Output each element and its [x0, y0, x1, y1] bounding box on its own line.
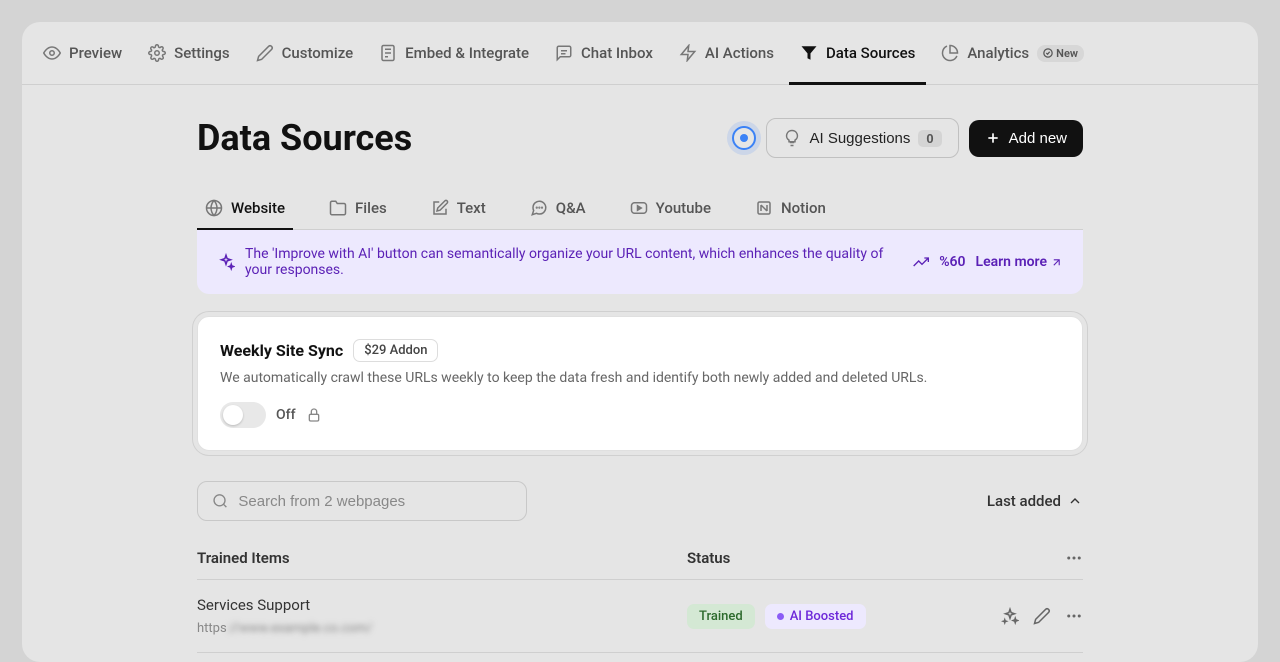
row-more-icon[interactable]	[1065, 607, 1083, 625]
lock-icon	[306, 407, 322, 423]
search-input[interactable]	[238, 493, 512, 510]
top-nav: Preview Settings Customize Embed & Integ…	[22, 22, 1258, 85]
search-box[interactable]	[197, 481, 527, 521]
notion-icon	[755, 199, 773, 217]
addon-desc: We automatically crawl these URLs weekly…	[220, 370, 1060, 386]
nav-chat-label: Chat Inbox	[581, 44, 653, 62]
tab-files-label: Files	[355, 199, 387, 217]
eye-icon	[43, 44, 61, 62]
nav-chat[interactable]: Chat Inbox	[544, 22, 664, 85]
tab-qa-label: Q&A	[556, 199, 586, 217]
trend-up-icon	[913, 254, 929, 270]
lightbulb-icon	[783, 129, 801, 147]
globe-icon	[205, 199, 223, 217]
sources-table: Trained Items Status Services Support ht…	[197, 541, 1083, 653]
nav-ai-actions[interactable]: AI Actions	[668, 22, 785, 85]
learn-more-link[interactable]: Learn more	[976, 254, 1063, 270]
new-badge: New	[1037, 45, 1084, 62]
tab-files[interactable]: Files	[321, 187, 395, 229]
nav-embed[interactable]: Embed & Integrate	[368, 22, 540, 85]
lightning-icon	[679, 44, 697, 62]
addon-price-badge: $29 Addon	[353, 339, 438, 362]
sparkle-icon	[217, 253, 235, 271]
nav-settings[interactable]: Settings	[137, 22, 241, 85]
nav-data-sources-label: Data Sources	[826, 44, 915, 62]
item-url-prefix: https	[197, 621, 227, 636]
nav-analytics[interactable]: Analytics New	[930, 22, 1095, 85]
banner-pct: %60	[939, 254, 965, 270]
text-icon	[431, 199, 449, 217]
message-icon	[530, 199, 548, 217]
ai-suggestions-label: AI Suggestions	[809, 130, 910, 147]
add-new-label: Add new	[1009, 130, 1067, 147]
tab-website-label: Website	[231, 199, 285, 217]
nav-preview[interactable]: Preview	[32, 22, 133, 85]
folder-icon	[329, 199, 347, 217]
edit-icon[interactable]	[1033, 607, 1051, 625]
tab-notion[interactable]: Notion	[747, 187, 834, 229]
nav-data-sources[interactable]: Data Sources	[789, 22, 926, 85]
nav-preview-label: Preview	[69, 44, 122, 62]
add-new-button[interactable]: Add new	[969, 120, 1083, 157]
chevron-up-icon	[1067, 493, 1083, 509]
nav-ai-actions-label: AI Actions	[705, 44, 774, 62]
source-tabs: Website Files Text Q&A Youtube Notion	[197, 187, 1083, 230]
col-header-items: Trained Items	[197, 549, 687, 571]
sparkle-action-icon[interactable]	[1001, 607, 1019, 625]
youtube-icon	[630, 199, 648, 217]
nav-analytics-label: Analytics	[967, 44, 1029, 62]
tab-youtube[interactable]: Youtube	[622, 187, 719, 229]
tab-youtube-label: Youtube	[656, 199, 711, 217]
addon-toggle[interactable]	[220, 402, 266, 428]
addon-toggle-label: Off	[276, 407, 296, 423]
nav-settings-label: Settings	[174, 44, 230, 62]
sort-label: Last added	[987, 492, 1061, 510]
page-title: Data Sources	[197, 117, 412, 159]
ai-improve-banner: The 'Improve with AI' button can semanti…	[197, 230, 1083, 294]
tab-website[interactable]: Website	[197, 187, 293, 229]
tab-text-label: Text	[457, 199, 486, 217]
chat-icon	[555, 44, 573, 62]
item-title: Services Support	[197, 596, 687, 614]
status-trained-badge: Trained	[687, 604, 755, 629]
arrow-up-right-icon	[1050, 256, 1063, 269]
ai-suggestions-count: 0	[918, 130, 941, 147]
nav-embed-label: Embed & Integrate	[405, 44, 529, 62]
col-header-status: Status	[687, 549, 983, 571]
pencil-icon	[256, 44, 274, 62]
dot-icon	[777, 613, 784, 620]
addon-title: Weekly Site Sync	[220, 341, 343, 360]
plus-icon	[985, 130, 1001, 146]
search-icon	[212, 492, 228, 510]
tab-notion-label: Notion	[781, 199, 826, 217]
document-icon	[379, 44, 397, 62]
status-boosted-badge: AI Boosted	[765, 604, 866, 629]
tab-text[interactable]: Text	[423, 187, 494, 229]
gear-icon	[148, 44, 166, 62]
tab-qa[interactable]: Q&A	[522, 187, 594, 229]
radio-indicator[interactable]	[732, 126, 756, 150]
nav-customize-label: Customize	[282, 44, 354, 62]
banner-text: The 'Improve with AI' button can semanti…	[245, 246, 903, 278]
table-row: Services Support https://www.example.co.…	[197, 580, 1083, 653]
weekly-sync-card: Weekly Site Sync $29 Addon We automatica…	[197, 316, 1083, 451]
pie-chart-icon	[941, 44, 959, 62]
sort-dropdown[interactable]: Last added	[987, 492, 1083, 510]
item-url: ://www.example.co.com/	[227, 621, 373, 636]
more-icon[interactable]	[1065, 549, 1083, 567]
filter-icon	[800, 44, 818, 62]
ai-suggestions-button[interactable]: AI Suggestions 0	[766, 118, 958, 158]
nav-customize[interactable]: Customize	[245, 22, 365, 85]
